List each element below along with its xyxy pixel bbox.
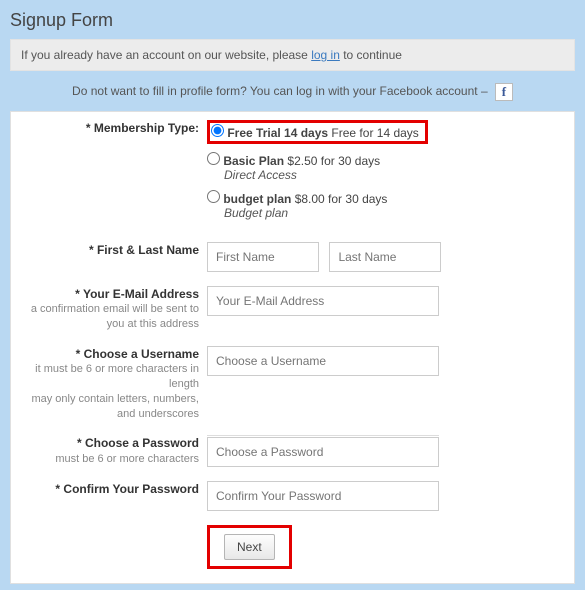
membership-radio-freetrial[interactable]: [211, 124, 224, 137]
signup-form: * Membership Type: Free Trial 14 days Fr…: [10, 111, 575, 584]
membership-radio-budget[interactable]: [207, 190, 220, 203]
membership-price-1: $2.50 for 30 days: [287, 154, 380, 168]
membership-highlight: Free Trial 14 days Free for 14 days: [207, 120, 428, 144]
first-name-input[interactable]: [207, 242, 319, 272]
email-label: * Your E-Mail Address: [21, 286, 199, 302]
facebook-text: Do not want to fill in profile form? You…: [72, 84, 491, 98]
name-label: * First & Last Name: [21, 242, 199, 258]
password-input[interactable]: [207, 437, 439, 467]
username-input[interactable]: [207, 346, 439, 376]
existing-account-notice: If you already have an account on our we…: [10, 39, 575, 71]
membership-title-2: budget plan: [223, 192, 291, 206]
confirm-password-input[interactable]: [207, 481, 439, 511]
username-label: * Choose a Username: [21, 346, 199, 362]
username-hint2: may only contain letters, numbers, and u…: [21, 392, 199, 422]
membership-options: Free Trial 14 days Free for 14 days Basi…: [207, 120, 564, 228]
notice-prefix: If you already have an account on our we…: [21, 48, 311, 62]
membership-desc-2: Budget plan: [224, 206, 564, 220]
next-highlight: Next: [207, 525, 292, 569]
membership-desc-1: Direct Access: [224, 168, 564, 182]
password-label: * Choose a Password: [21, 435, 199, 451]
password-hint: must be 6 or more characters: [21, 452, 199, 467]
last-name-input[interactable]: [329, 242, 441, 272]
membership-label: * Membership Type:: [21, 120, 199, 136]
membership-title-1: Basic Plan: [223, 154, 284, 168]
confirm-label: * Confirm Your Password: [21, 481, 199, 497]
email-hint: a confirmation email will be sent to you…: [21, 302, 199, 332]
membership-price-2: $8.00 for 30 days: [295, 192, 388, 206]
membership-title-0: Free Trial 14 days: [227, 126, 328, 140]
membership-price-0: Free for 14 days: [331, 126, 418, 140]
membership-radio-basic[interactable]: [207, 152, 220, 165]
page-title: Signup Form: [10, 10, 579, 31]
facebook-login-line: Do not want to fill in profile form? You…: [6, 83, 579, 101]
next-button[interactable]: Next: [224, 534, 275, 560]
facebook-icon[interactable]: f: [495, 83, 513, 101]
username-hint1: it must be 6 or more characters in lengt…: [21, 362, 199, 392]
notice-suffix: to continue: [340, 48, 402, 62]
login-link[interactable]: log in: [311, 48, 340, 62]
email-input[interactable]: [207, 286, 439, 316]
